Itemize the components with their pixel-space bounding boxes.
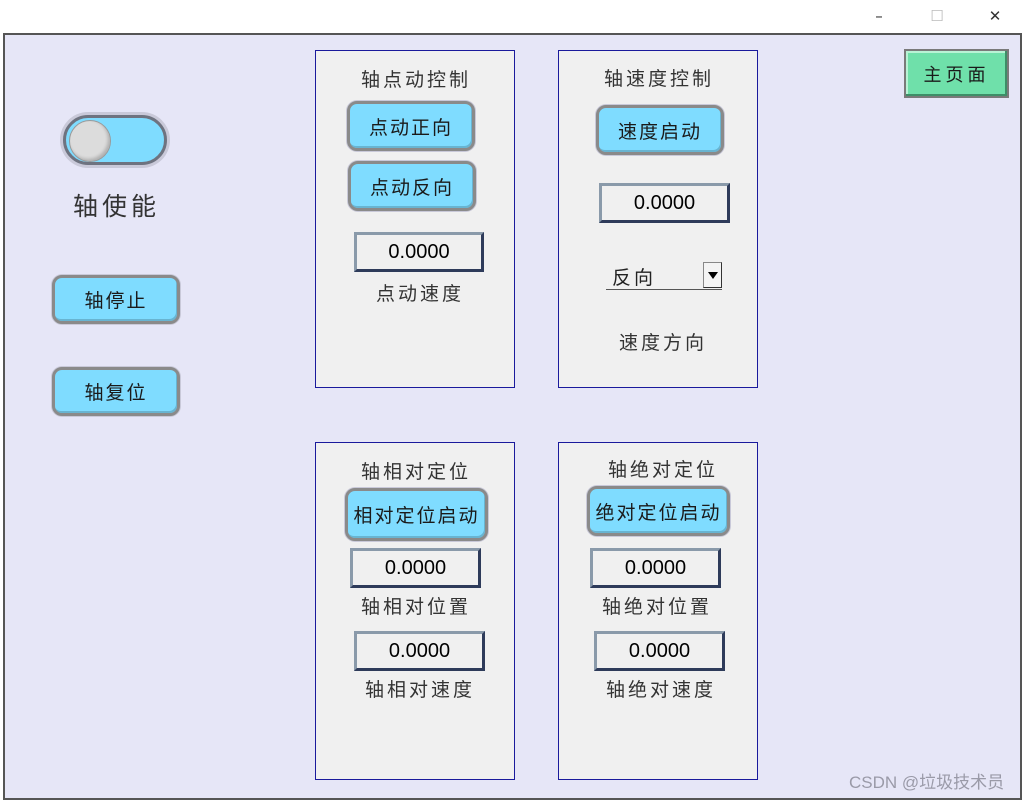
relative-speed-input[interactable]: 0.0000 xyxy=(354,631,485,671)
chevron-down-icon xyxy=(707,271,718,279)
maximize-icon: ☐ xyxy=(930,7,944,25)
relative-positioning-panel: 轴相对定位 相对定位启动 0.0000 轴相对位置 0.0000 轴相对速度 xyxy=(315,442,515,780)
title-bar: – ☐ ✕ xyxy=(0,0,1026,33)
jog-forward-button[interactable]: 点动正向 xyxy=(347,101,475,151)
jog-speed-input[interactable]: 0.0000 xyxy=(354,232,484,272)
speed-start-button[interactable]: 速度启动 xyxy=(596,105,724,155)
absolute-speed-input[interactable]: 0.0000 xyxy=(594,631,725,671)
absolute-start-button[interactable]: 绝对定位启动 xyxy=(587,486,730,536)
relative-position-input[interactable]: 0.0000 xyxy=(350,548,481,588)
speed-value-input[interactable]: 0.0000 xyxy=(599,183,730,223)
maximize-button[interactable]: ☐ xyxy=(908,0,966,32)
jog-control-panel: 轴点动控制 点动正向 点动反向 0.0000 点动速度 xyxy=(315,50,515,388)
dropdown-arrow-button[interactable] xyxy=(703,262,722,288)
direction-label: 速度方向 xyxy=(618,332,707,354)
toggle-knob[interactable] xyxy=(69,120,111,162)
minimize-icon: – xyxy=(875,7,883,25)
absolute-speed-label: 轴绝对速度 xyxy=(605,679,716,701)
main-page-button[interactable]: 主页面 xyxy=(904,49,1009,98)
absolute-position-label: 轴绝对位置 xyxy=(601,596,712,618)
watermark: CSDN @垃圾技术员 xyxy=(849,773,1005,792)
close-button[interactable]: ✕ xyxy=(966,0,1024,32)
axis-stop-button[interactable]: 轴停止 xyxy=(52,275,180,324)
jog-reverse-button[interactable]: 点动反向 xyxy=(348,161,476,211)
speed-panel-title: 轴速度控制 xyxy=(603,68,714,90)
jog-speed-label: 点动速度 xyxy=(375,283,464,305)
absolute-positioning-panel: 轴绝对定位 绝对定位启动 0.0000 轴绝对位置 0.0000 轴绝对速度 xyxy=(558,442,758,780)
axis-reset-button[interactable]: 轴复位 xyxy=(52,367,180,416)
jog-panel-title: 轴点动控制 xyxy=(360,69,471,91)
absolute-position-input[interactable]: 0.0000 xyxy=(590,548,721,588)
axis-enable-label: 轴使能 xyxy=(73,192,161,221)
direction-select[interactable]: 反向 xyxy=(606,262,722,290)
absolute-panel-title: 轴绝对定位 xyxy=(607,459,718,481)
close-icon: ✕ xyxy=(988,7,1002,25)
minimize-button[interactable]: – xyxy=(850,0,908,32)
relative-speed-label: 轴相对速度 xyxy=(364,679,475,701)
axis-enable-toggle[interactable] xyxy=(63,115,167,165)
client-area: 轴使能 轴停止 轴复位 主页面 轴点动控制 点动正向 点动反向 0.0000 点… xyxy=(3,33,1022,800)
relative-start-button[interactable]: 相对定位启动 xyxy=(345,488,488,541)
speed-control-panel: 轴速度控制 速度启动 0.0000 反向 速度方向 xyxy=(558,50,758,388)
direction-selected-value: 反向 xyxy=(612,267,657,289)
relative-position-label: 轴相对位置 xyxy=(360,596,471,618)
relative-panel-title: 轴相对定位 xyxy=(360,461,471,483)
